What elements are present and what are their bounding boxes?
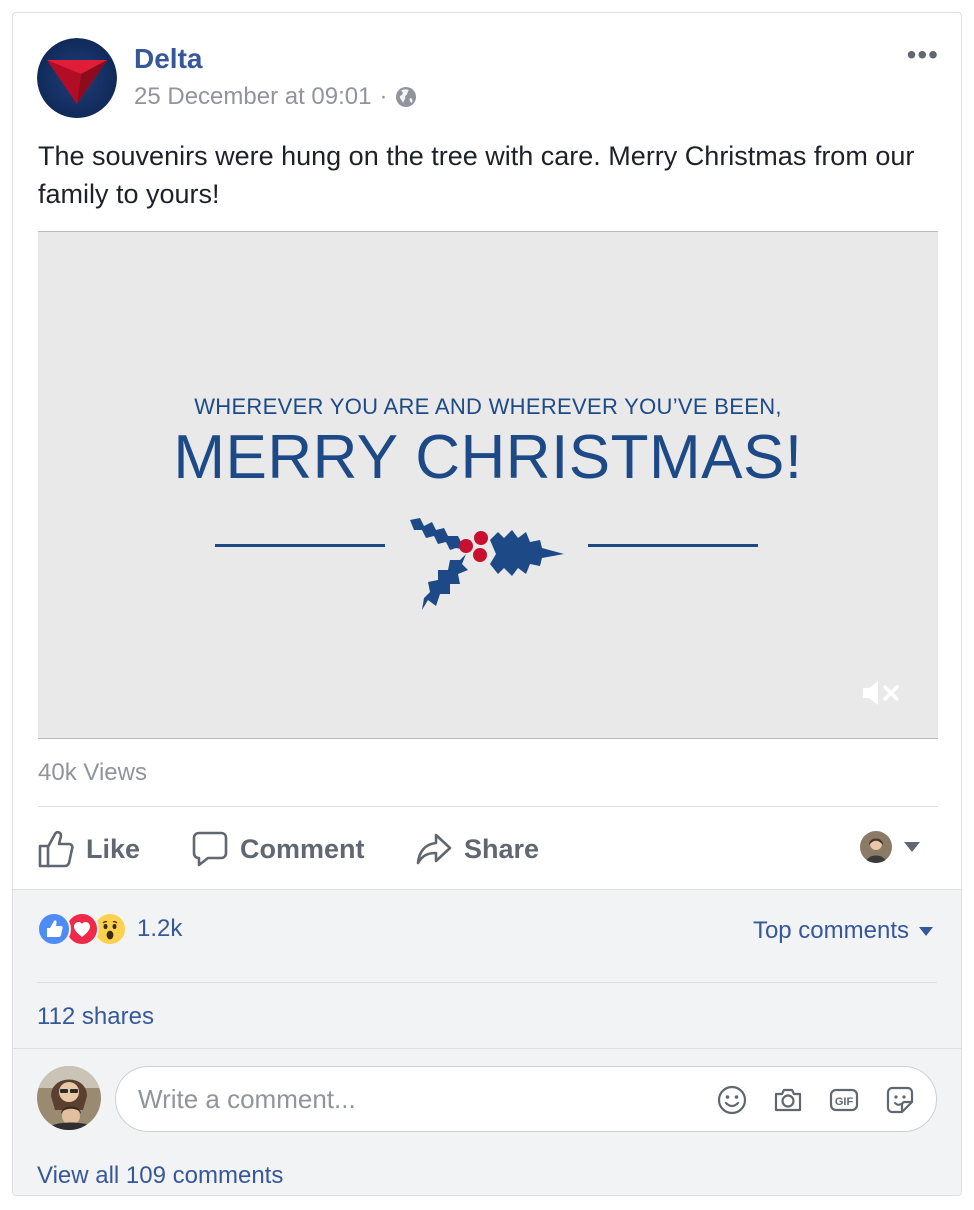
comments-section: 1.2k Top comments 112 shares Write a com… bbox=[13, 889, 961, 1195]
post-timestamp[interactable]: 25 December at 09:01 bbox=[134, 83, 371, 111]
gif-icon[interactable]: GIF bbox=[828, 1084, 860, 1116]
comment-button[interactable]: Comment bbox=[192, 828, 365, 870]
globe-icon bbox=[396, 87, 417, 107]
comment-sort-dropdown[interactable]: Top comments bbox=[753, 917, 933, 945]
comment-input[interactable] bbox=[138, 1067, 698, 1131]
post-text: The souvenirs were hung on the tree with… bbox=[38, 141, 915, 209]
comment-composer: GIF bbox=[115, 1066, 937, 1132]
avatar bbox=[860, 831, 892, 863]
reaction-count[interactable]: 1.2k bbox=[137, 915, 182, 943]
video-views: 40k Views bbox=[38, 759, 147, 786]
caret-down-icon bbox=[919, 926, 933, 936]
thumbs-up-icon bbox=[38, 830, 74, 868]
post-card: Delta 25 December at 09:01 · ••• The sou… bbox=[12, 12, 962, 1196]
divider bbox=[37, 982, 937, 983]
video-subtitle: WHEREVER YOU ARE AND WHEREVER YOU’VE BEE… bbox=[194, 394, 782, 419]
share-button[interactable]: Share bbox=[416, 828, 539, 870]
muted-speaker-icon[interactable] bbox=[860, 678, 906, 708]
emoji-icon[interactable] bbox=[716, 1084, 748, 1116]
video-divider-left bbox=[215, 544, 385, 547]
action-bar: Like Comment Share bbox=[38, 828, 938, 870]
divider bbox=[38, 806, 938, 807]
like-label: Like bbox=[86, 833, 141, 864]
video-divider-right bbox=[588, 544, 758, 547]
camera-icon[interactable] bbox=[772, 1084, 804, 1116]
share-label: Share bbox=[464, 833, 540, 864]
shares-count[interactable]: 112 shares bbox=[37, 1003, 154, 1031]
like-button[interactable]: Like bbox=[38, 828, 140, 870]
chevron-down-icon bbox=[904, 842, 920, 852]
video-title: MERRY CHRISTMAS! bbox=[173, 423, 803, 492]
page-name[interactable]: Delta bbox=[134, 43, 202, 75]
reactions-summary[interactable]: 1.2k bbox=[37, 912, 182, 946]
delta-logo-icon bbox=[37, 38, 117, 118]
sticker-icon[interactable] bbox=[884, 1084, 916, 1116]
divider bbox=[13, 1048, 961, 1049]
current-user-avatar[interactable] bbox=[37, 1066, 101, 1130]
svg-text:GIF: GIF bbox=[835, 1096, 854, 1108]
view-all-comments-link[interactable]: View all 109 comments bbox=[37, 1162, 283, 1190]
share-arrow-icon bbox=[416, 833, 452, 865]
comment-label: Comment bbox=[240, 833, 365, 864]
video-player[interactable]: WHEREVER YOU ARE AND WHEREVER YOU’VE BEE… bbox=[38, 231, 938, 739]
meta-separator: · bbox=[379, 83, 388, 110]
post-meta: 25 December at 09:01 · bbox=[134, 83, 417, 111]
page-avatar[interactable] bbox=[37, 38, 117, 118]
reaction-identity-selector[interactable] bbox=[860, 831, 920, 863]
holly-icon bbox=[410, 518, 564, 610]
like-reaction-icon bbox=[37, 912, 71, 946]
more-options-button[interactable]: ••• bbox=[907, 39, 939, 71]
comment-sort-label: Top comments bbox=[752, 917, 909, 944]
speech-bubble-icon bbox=[192, 831, 228, 867]
